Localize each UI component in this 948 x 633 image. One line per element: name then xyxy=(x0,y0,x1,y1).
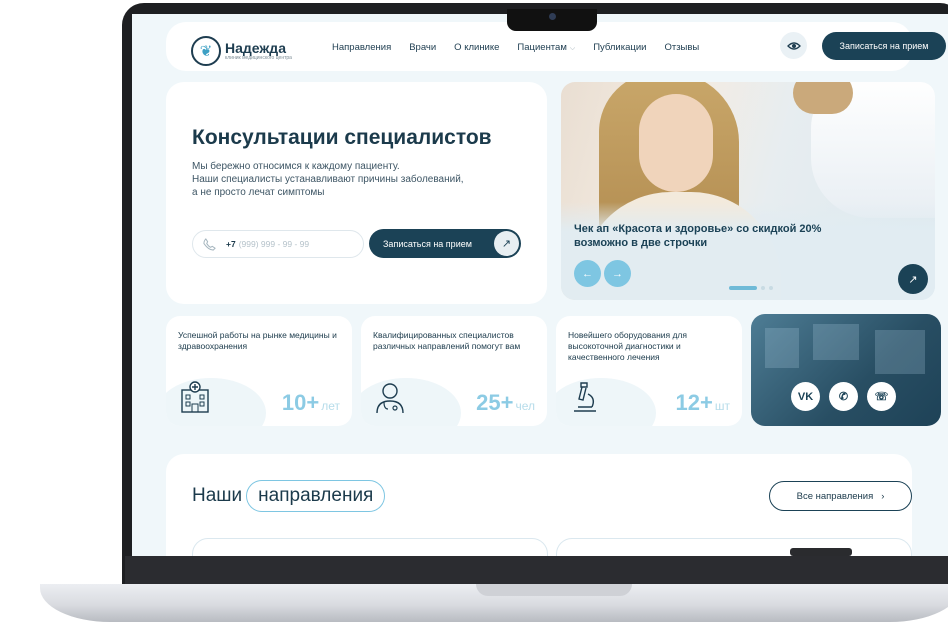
microscope-icon xyxy=(574,382,596,412)
slider-dot[interactable] xyxy=(769,286,773,290)
photo-window xyxy=(875,330,925,374)
hero-text: Мы бережно относимся к каждому пациенту.… xyxy=(192,161,464,198)
banner-text: Чек ап «Красота и здоровье» со скидкой 2… xyxy=(574,223,822,249)
direction-card[interactable] xyxy=(192,538,548,556)
chevron-right-icon: › xyxy=(881,490,885,502)
nav-directions[interactable]: Направления xyxy=(332,42,391,53)
phone-code: +7 xyxy=(226,239,236,249)
directions-section: Наши направления Все направления › xyxy=(166,454,912,556)
arrow-right-icon[interactable]: → xyxy=(604,260,631,287)
hero-book-button[interactable]: Записаться на прием ↗ xyxy=(369,229,521,258)
social-icons: VK ✆ ☏ xyxy=(791,382,896,411)
slider-dot-active[interactable] xyxy=(729,286,757,290)
photo-window xyxy=(813,324,859,360)
hero-title: Консультации специалистов xyxy=(192,126,492,149)
eye-icon[interactable] xyxy=(780,32,807,59)
camera-icon xyxy=(549,13,556,20)
nav-about[interactable]: О клинике xyxy=(454,42,499,53)
header-book-button[interactable]: Записаться на прием xyxy=(822,32,946,60)
stat-value-number: 10+ xyxy=(281,390,320,415)
banner-photo-face xyxy=(639,94,713,192)
nav-patients[interactable]: Пациентам ⌵ xyxy=(517,42,575,53)
nav-reviews[interactable]: Отзывы xyxy=(664,42,699,53)
stat-value-number: 12+ xyxy=(675,390,713,415)
banner-arrows: ← → xyxy=(574,260,631,287)
directions-title-plain: Наши xyxy=(192,485,243,506)
directions-title-pill: направления xyxy=(246,480,386,512)
stat-unit: чел xyxy=(515,399,535,413)
hero-book-label: Записаться на прием xyxy=(383,238,472,249)
whatsapp-icon[interactable]: ✆ xyxy=(829,382,858,411)
chevron-down-icon: ⌵ xyxy=(569,45,576,52)
laptop-bezel-bottom xyxy=(125,556,948,584)
all-directions-button[interactable]: Все направления › xyxy=(769,481,912,511)
website-screen: ❦ Надежда клиник медицинского центра Нап… xyxy=(132,14,948,556)
doctor-icon xyxy=(376,383,404,414)
phone-icon xyxy=(203,237,216,251)
viber-icon[interactable]: ☏ xyxy=(867,382,896,411)
directions-title: Наши направления xyxy=(192,480,386,512)
photo-window xyxy=(765,328,799,368)
banner-photo-doctor-hair xyxy=(793,82,853,114)
stat-card-equipment: Новейшего оборудования для высокоточной … xyxy=(556,316,742,426)
stat-card-years: Успешной работы на рынке медицины и здра… xyxy=(166,316,352,426)
stat-card-specialists: Квалифицированных специалистов различных… xyxy=(361,316,547,426)
phone-input[interactable]: +7 (999) 999 - 99 - 99 xyxy=(192,230,364,258)
stat-text: Новейшего оборудования для высокоточной … xyxy=(568,330,687,362)
slider-dot[interactable] xyxy=(761,286,765,290)
slider-dots xyxy=(729,286,773,290)
nav-patients-label: Пациентам xyxy=(517,42,567,53)
phone-placeholder: (999) 999 - 99 - 99 xyxy=(238,239,310,249)
hero-card: Консультации специалистов Мы бережно отн… xyxy=(166,82,547,304)
hospital-icon xyxy=(181,381,209,413)
logo[interactable]: ❦ Надежда клиник медицинского центра xyxy=(191,36,292,66)
nav-publications[interactable]: Публикации xyxy=(593,42,646,53)
arrow-up-right-icon[interactable]: ↗ xyxy=(898,264,928,294)
stat-value: 10+ лет xyxy=(282,390,340,416)
logo-name: Надежда xyxy=(225,40,286,56)
direction-card[interactable] xyxy=(556,538,912,556)
arrow-left-icon[interactable]: ← xyxy=(574,260,601,287)
nav-doctors[interactable]: Врачи xyxy=(409,42,436,53)
stat-unit: лет xyxy=(321,399,340,413)
vk-icon[interactable]: VK xyxy=(791,382,820,411)
all-directions-label: Все направления xyxy=(796,490,874,502)
main-nav: Направления Врачи О клинике Пациентам ⌵ П… xyxy=(332,42,699,53)
laptop-hinge-mark xyxy=(790,548,852,556)
stat-unit: шт xyxy=(714,399,730,413)
social-card: VK ✆ ☏ xyxy=(751,314,941,426)
stat-value-number: 25+ xyxy=(476,390,514,415)
arrow-up-right-icon: ↗ xyxy=(494,231,519,256)
promo-banner[interactable]: Чек ап «Красота и здоровье» со скидкой 2… xyxy=(561,82,935,300)
stat-text: Квалифицированных специалистов различных… xyxy=(373,330,521,351)
stat-value: 12+ шт xyxy=(676,390,730,416)
stat-value: 25+ чел xyxy=(476,390,535,416)
laptop-base-groove xyxy=(476,584,632,596)
logo-subtitle: клиник медицинского центра xyxy=(225,55,292,61)
tree-logo-icon: ❦ xyxy=(191,36,221,66)
stat-text: Успешной работы на рынке медицины и здра… xyxy=(178,330,337,351)
